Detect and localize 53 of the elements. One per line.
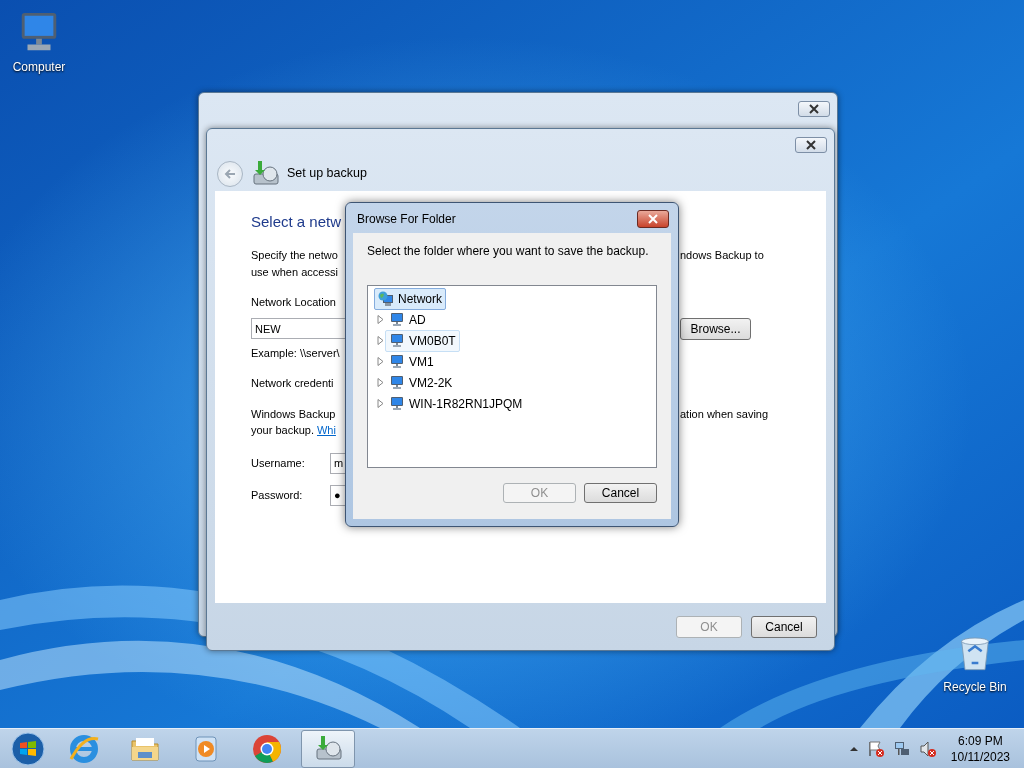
network-icon [378, 290, 394, 307]
flag-icon[interactable] [866, 739, 885, 758]
body-text: Example: \\server\ [251, 345, 340, 361]
windows-logo-icon [11, 731, 45, 766]
tree-item[interactable]: VM0B0T [385, 329, 460, 352]
back-button[interactable] [217, 160, 243, 187]
browser-icon [68, 732, 100, 765]
tree-item[interactable]: AD [385, 308, 430, 331]
clock[interactable]: 6:09 PM 10/11/2023 [944, 732, 1016, 765]
close-button[interactable] [795, 136, 827, 153]
field-label: Username: [251, 455, 306, 471]
close-icon [805, 138, 817, 151]
tree-item[interactable]: Network [374, 287, 446, 310]
close-icon [808, 102, 820, 115]
browse-button[interactable]: Browse... [680, 317, 751, 340]
body-text: Network credenti [251, 376, 334, 391]
cancel-button[interactable]: Cancel [751, 615, 817, 638]
expand-icon[interactable] [376, 378, 385, 387]
body-text: your backup. [251, 423, 314, 438]
speaker-muted-icon[interactable] [918, 739, 937, 758]
expand-icon[interactable] [376, 315, 385, 324]
dialog-title: Browse For Folder [357, 211, 456, 228]
taskbar-button[interactable] [301, 729, 355, 768]
expand-icon[interactable] [376, 357, 385, 366]
expand-icon[interactable] [376, 336, 385, 345]
window-title: Set up backup [287, 165, 367, 183]
round-browser-icon [251, 732, 283, 765]
body-text: Specify the netwo [251, 248, 338, 263]
body-text: use when accessi [251, 264, 338, 280]
field-label: Password: [251, 487, 304, 503]
computer-icon [389, 311, 405, 328]
close-button[interactable] [798, 100, 830, 117]
tree-item[interactable]: VM1 [385, 350, 438, 373]
body-text: ndows Backup to [680, 248, 764, 263]
body-text: Windows Backup [251, 406, 336, 422]
computer-icon [389, 353, 405, 370]
close-icon [647, 213, 659, 225]
computer-icon [389, 374, 405, 391]
cancel-button[interactable]: Cancel [584, 483, 657, 503]
network-icon[interactable] [892, 739, 911, 758]
help-link[interactable]: Whi [317, 422, 336, 439]
computer-icon [389, 332, 405, 349]
tree-item[interactable]: VM2-2K [385, 371, 457, 394]
tree-item[interactable]: WIN-1R82RN1JPQM [385, 392, 527, 415]
expand-icon[interactable] [376, 399, 385, 408]
computer-icon [389, 395, 405, 412]
body-text: ation when saving [680, 406, 769, 422]
body-text: Network Location [251, 295, 336, 310]
desktop-icon[interactable]: Recycle Bin [937, 630, 1013, 696]
close-button[interactable] [637, 210, 669, 228]
page-heading: Select a netw [251, 212, 342, 232]
prompt-text: Select the folder where you want to save the backup. [367, 243, 650, 260]
desktop-icon[interactable]: Computer [1, 10, 77, 76]
